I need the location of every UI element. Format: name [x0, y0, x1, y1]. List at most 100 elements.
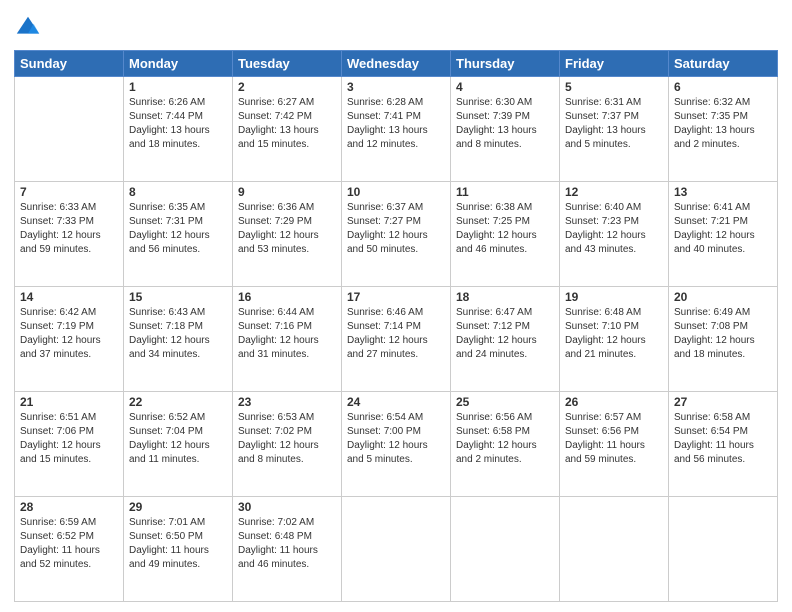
day-number: 27 [674, 395, 772, 409]
col-header-tuesday: Tuesday [233, 51, 342, 77]
calendar-cell: 13 Sunrise: 6:41 AMSunset: 7:21 PMDayligh… [669, 182, 778, 287]
day-number: 8 [129, 185, 227, 199]
cell-info: Sunrise: 6:26 AMSunset: 7:44 PMDaylight:… [129, 97, 210, 150]
day-number: 20 [674, 290, 772, 304]
calendar-cell: 10Sunrise: 6:37 AMSunset: 7:27 PMDayligh… [342, 182, 451, 287]
cell-info: Sunrise: 6:37 AMSunset: 7:27 PMDaylight:… [347, 202, 428, 255]
logo [14, 14, 44, 42]
day-number: 13 [674, 185, 772, 199]
col-header-saturday: Saturday [669, 51, 778, 77]
cell-info: Sunrise: 6:49 AMSunset: 7:08 PMDaylight:… [674, 307, 755, 360]
calendar-cell: 5 Sunrise: 6:31 AMSunset: 7:37 PMDaylight… [560, 77, 669, 182]
cell-info: Sunrise: 6:30 AMSunset: 7:39 PMDaylight:… [456, 97, 537, 150]
day-number: 2 [238, 80, 336, 94]
calendar-cell [669, 497, 778, 602]
day-number: 11 [456, 185, 554, 199]
cell-info: Sunrise: 6:32 AMSunset: 7:35 PMDaylight:… [674, 97, 755, 150]
calendar-cell: 18 Sunrise: 6:47 AMSunset: 7:12 PMDayligh… [451, 287, 560, 392]
week-row-2: 14Sunrise: 6:42 AMSunset: 7:19 PMDayligh… [15, 287, 778, 392]
cell-info: Sunrise: 6:43 AMSunset: 7:18 PMDaylight:… [129, 307, 210, 360]
day-number: 21 [20, 395, 118, 409]
cell-info: Sunrise: 6:47 AMSunset: 7:12 PMDaylight:… [456, 307, 537, 360]
col-header-thursday: Thursday [451, 51, 560, 77]
cell-info: Sunrise: 6:54 AMSunset: 7:00 PMDaylight:… [347, 412, 428, 465]
calendar-header-row: SundayMondayTuesdayWednesdayThursdayFrid… [15, 51, 778, 77]
day-number: 16 [238, 290, 336, 304]
calendar-cell [560, 497, 669, 602]
cell-info: Sunrise: 7:01 AMSunset: 6:50 PMDaylight:… [129, 517, 209, 570]
calendar-cell [15, 77, 124, 182]
day-number: 6 [674, 80, 772, 94]
cell-info: Sunrise: 6:46 AMSunset: 7:14 PMDaylight:… [347, 307, 428, 360]
day-number: 1 [129, 80, 227, 94]
calendar-cell: 6 Sunrise: 6:32 AMSunset: 7:35 PMDaylight… [669, 77, 778, 182]
col-header-friday: Friday [560, 51, 669, 77]
week-row-1: 7 Sunrise: 6:33 AMSunset: 7:33 PMDaylight… [15, 182, 778, 287]
day-number: 30 [238, 500, 336, 514]
calendar-cell: 14Sunrise: 6:42 AMSunset: 7:19 PMDayligh… [15, 287, 124, 392]
cell-info: Sunrise: 6:35 AMSunset: 7:31 PMDaylight:… [129, 202, 210, 255]
day-number: 3 [347, 80, 445, 94]
calendar-cell [451, 497, 560, 602]
calendar-cell: 25 Sunrise: 6:56 AMSunset: 6:58 PMDayligh… [451, 392, 560, 497]
cell-info: Sunrise: 6:59 AMSunset: 6:52 PMDaylight:… [20, 517, 100, 570]
col-header-sunday: Sunday [15, 51, 124, 77]
day-number: 19 [565, 290, 663, 304]
calendar-cell: 28 Sunrise: 6:59 AMSunset: 6:52 PMDayligh… [15, 497, 124, 602]
calendar-cell: 20 Sunrise: 6:49 AMSunset: 7:08 PMDayligh… [669, 287, 778, 392]
calendar-cell: 11 Sunrise: 6:38 AMSunset: 7:25 PMDayligh… [451, 182, 560, 287]
day-number: 9 [238, 185, 336, 199]
calendar-cell: 26 Sunrise: 6:57 AMSunset: 6:56 PMDayligh… [560, 392, 669, 497]
cell-info: Sunrise: 6:27 AMSunset: 7:42 PMDaylight:… [238, 97, 319, 150]
cell-info: Sunrise: 6:31 AMSunset: 7:37 PMDaylight:… [565, 97, 646, 150]
cell-info: Sunrise: 6:38 AMSunset: 7:25 PMDaylight:… [456, 202, 537, 255]
calendar-cell: 24 Sunrise: 6:54 AMSunset: 7:00 PMDayligh… [342, 392, 451, 497]
calendar-cell: 15Sunrise: 6:43 AMSunset: 7:18 PMDayligh… [124, 287, 233, 392]
cell-info: Sunrise: 6:51 AMSunset: 7:06 PMDaylight:… [20, 412, 101, 465]
week-row-4: 28 Sunrise: 6:59 AMSunset: 6:52 PMDayligh… [15, 497, 778, 602]
cell-info: Sunrise: 6:33 AMSunset: 7:33 PMDaylight:… [20, 202, 101, 255]
calendar-cell: 2 Sunrise: 6:27 AMSunset: 7:42 PMDaylight… [233, 77, 342, 182]
calendar-cell: 29 Sunrise: 7:01 AMSunset: 6:50 PMDayligh… [124, 497, 233, 602]
calendar-cell: 21 Sunrise: 6:51 AMSunset: 7:06 PMDayligh… [15, 392, 124, 497]
cell-info: Sunrise: 6:52 AMSunset: 7:04 PMDaylight:… [129, 412, 210, 465]
day-number: 18 [456, 290, 554, 304]
cell-info: Sunrise: 6:44 AMSunset: 7:16 PMDaylight:… [238, 307, 319, 360]
cell-info: Sunrise: 6:53 AMSunset: 7:02 PMDaylight:… [238, 412, 319, 465]
day-number: 14 [20, 290, 118, 304]
cell-info: Sunrise: 6:48 AMSunset: 7:10 PMDaylight:… [565, 307, 646, 360]
day-number: 28 [20, 500, 118, 514]
day-number: 24 [347, 395, 445, 409]
cell-info: Sunrise: 6:58 AMSunset: 6:54 PMDaylight:… [674, 412, 754, 465]
day-number: 29 [129, 500, 227, 514]
calendar-table: SundayMondayTuesdayWednesdayThursdayFrid… [14, 50, 778, 602]
cell-info: Sunrise: 6:56 AMSunset: 6:58 PMDaylight:… [456, 412, 537, 465]
calendar-cell: 7 Sunrise: 6:33 AMSunset: 7:33 PMDaylight… [15, 182, 124, 287]
calendar-cell: 12 Sunrise: 6:40 AMSunset: 7:23 PMDayligh… [560, 182, 669, 287]
calendar-cell: 22 Sunrise: 6:52 AMSunset: 7:04 PMDayligh… [124, 392, 233, 497]
calendar-cell: 4Sunrise: 6:30 AMSunset: 7:39 PMDaylight… [451, 77, 560, 182]
day-number: 5 [565, 80, 663, 94]
cell-info: Sunrise: 6:57 AMSunset: 6:56 PMDaylight:… [565, 412, 645, 465]
day-number: 25 [456, 395, 554, 409]
calendar-cell: 8 Sunrise: 6:35 AMSunset: 7:31 PMDaylight… [124, 182, 233, 287]
day-number: 23 [238, 395, 336, 409]
day-number: 17 [347, 290, 445, 304]
cell-info: Sunrise: 7:02 AMSunset: 6:48 PMDaylight:… [238, 517, 318, 570]
main-container: SundayMondayTuesdayWednesdayThursdayFrid… [0, 0, 792, 612]
calendar-cell: 16 Sunrise: 6:44 AMSunset: 7:16 PMDayligh… [233, 287, 342, 392]
logo-icon [14, 14, 42, 42]
calendar-cell [342, 497, 451, 602]
day-number: 26 [565, 395, 663, 409]
day-number: 7 [20, 185, 118, 199]
day-number: 12 [565, 185, 663, 199]
col-header-wednesday: Wednesday [342, 51, 451, 77]
calendar-cell: 19 Sunrise: 6:48 AMSunset: 7:10 PMDayligh… [560, 287, 669, 392]
calendar-cell: 3Sunrise: 6:28 AMSunset: 7:41 PMDaylight… [342, 77, 451, 182]
calendar-cell: 9Sunrise: 6:36 AMSunset: 7:29 PMDaylight… [233, 182, 342, 287]
day-number: 22 [129, 395, 227, 409]
cell-info: Sunrise: 6:40 AMSunset: 7:23 PMDaylight:… [565, 202, 646, 255]
cell-info: Sunrise: 6:41 AMSunset: 7:21 PMDaylight:… [674, 202, 755, 255]
calendar-cell: 1 Sunrise: 6:26 AMSunset: 7:44 PMDaylight… [124, 77, 233, 182]
week-row-3: 21 Sunrise: 6:51 AMSunset: 7:06 PMDayligh… [15, 392, 778, 497]
